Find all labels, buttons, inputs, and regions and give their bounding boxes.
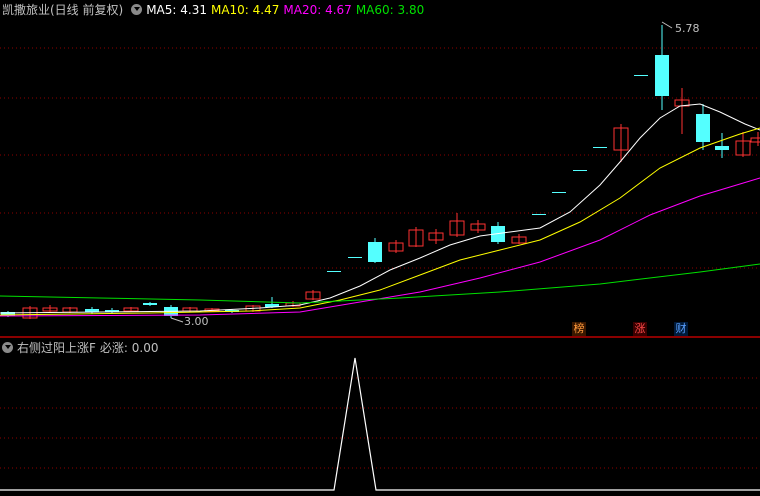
- ma10-label: MA10: 4.47: [210, 3, 280, 17]
- indicator-title: 右侧过阳上涨F: [17, 341, 96, 355]
- indicator-header: 右侧过阳上涨F 必涨: 0.00: [2, 340, 162, 356]
- candle-body: [327, 271, 341, 272]
- finance-badge[interactable]: 财: [674, 322, 688, 336]
- candlestick-chart: 5.78 3.00: [0, 21, 760, 328]
- candle-body: [655, 55, 669, 96]
- main-chart-header: 凯撒旅业(日线 前复权) MA5: 4.31 MA10: 4.47 MA20: 4.6…: [2, 2, 428, 18]
- ma5-line: [0, 103, 760, 314]
- candle-body: [552, 192, 566, 193]
- candle-body: [593, 147, 607, 148]
- low-price-label: 3.00: [184, 315, 209, 328]
- indicator-value: 必涨: 0.00: [99, 341, 159, 355]
- candle-body: [143, 303, 157, 305]
- ma5-label: MA5: 4.31: [146, 3, 207, 17]
- candle-body: [715, 146, 729, 150]
- candle-body: [634, 75, 648, 76]
- ma60-label: MA60: 3.80: [355, 3, 425, 17]
- stock-title: 凯撒旅业(日线 前复权): [2, 3, 124, 17]
- candle-body: [348, 257, 362, 258]
- dropdown-icon[interactable]: [131, 4, 143, 15]
- ma60-line: [0, 263, 760, 304]
- main-chart-pane[interactable]: 5.78 3.00 凯撒旅业(日线 前复权) MA5: 4.31 MA10: 4.47…: [0, 0, 760, 336]
- candle-body: [750, 137, 760, 143]
- candle-body: [532, 214, 546, 215]
- dropdown-icon[interactable]: [2, 342, 13, 353]
- candle-body: [696, 114, 710, 142]
- candle-body: [368, 242, 382, 262]
- high-price-label: 5.78: [675, 22, 700, 35]
- ranking-badge[interactable]: 榜: [572, 322, 586, 336]
- limit-up-badge[interactable]: 涨: [633, 322, 647, 336]
- low-marker-arrow: [170, 317, 184, 323]
- candle-body: [573, 170, 587, 171]
- ma20-label: MA20: 4.67: [283, 3, 352, 17]
- high-marker-arrow: [661, 21, 673, 29]
- indicator-pane[interactable]: 右侧过阳上涨F 必涨: 0.00: [0, 338, 760, 496]
- ma10-line: [0, 127, 760, 316]
- signal-chart: [0, 357, 760, 491]
